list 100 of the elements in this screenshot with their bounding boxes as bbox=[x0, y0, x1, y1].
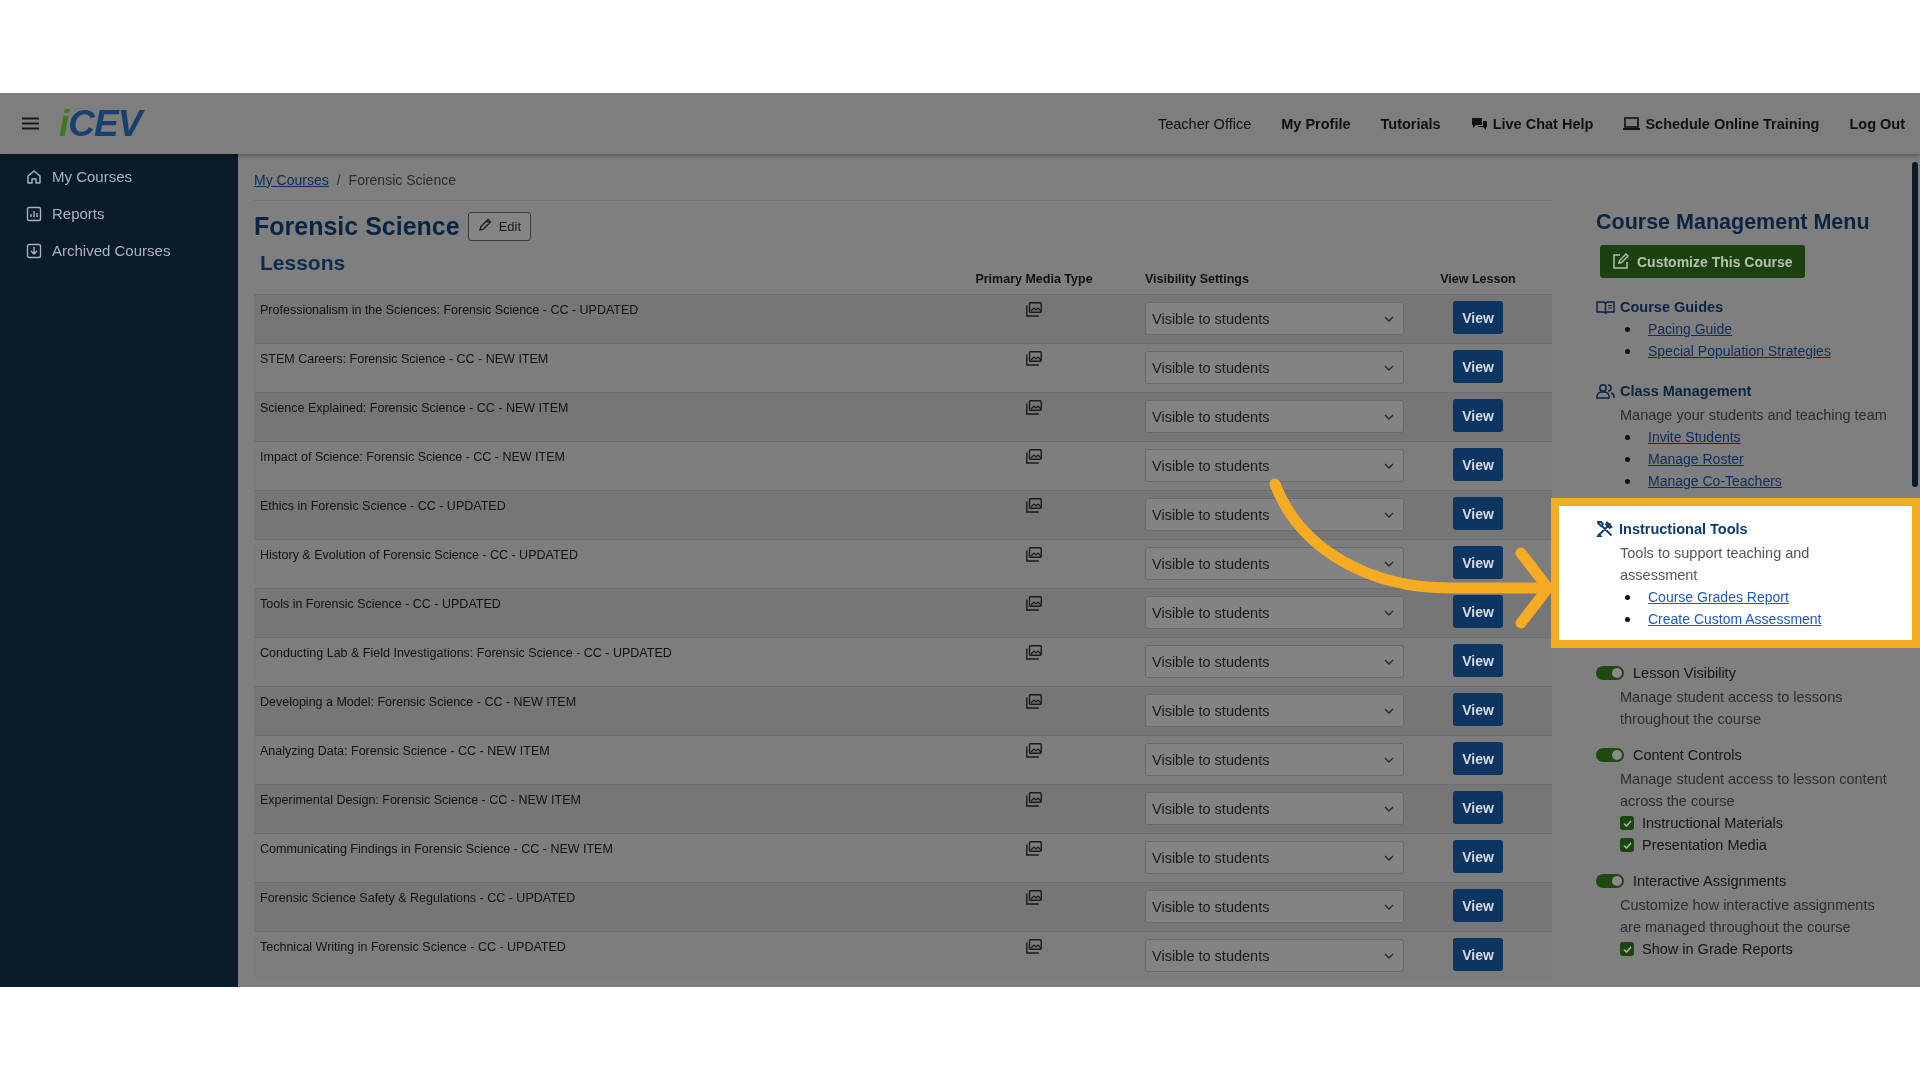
sidebar-item[interactable]: My Courses bbox=[0, 158, 238, 195]
nav-link[interactable]: Teacher Office bbox=[1158, 115, 1252, 132]
bullet-icon bbox=[1625, 456, 1630, 462]
visibility-select[interactable]: Visible to students bbox=[1145, 547, 1404, 580]
nav-link[interactable]: Tutorials bbox=[1380, 115, 1441, 132]
breadcrumb-current: Forensic Science bbox=[348, 172, 456, 188]
chevron-icon bbox=[1384, 756, 1394, 763]
view-button[interactable]: View bbox=[1453, 938, 1503, 971]
visibility-select[interactable]: Visible to students bbox=[1145, 596, 1404, 629]
view-button[interactable]: View bbox=[1453, 497, 1503, 530]
visibility-select[interactable]: Visible to students bbox=[1145, 498, 1404, 531]
breadcrumb-separator: / bbox=[336, 172, 341, 188]
scrollbar-thumb[interactable] bbox=[1912, 162, 1918, 487]
view-button[interactable]: View bbox=[1453, 644, 1503, 677]
checkbox[interactable] bbox=[1620, 942, 1634, 956]
view-button[interactable]: View bbox=[1453, 791, 1503, 824]
view-button[interactable]: View bbox=[1453, 350, 1503, 383]
view-button[interactable]: View bbox=[1453, 840, 1503, 873]
menu-icon[interactable] bbox=[22, 117, 39, 130]
menu-link[interactable]: Course Grades Report bbox=[1648, 589, 1789, 605]
view-button[interactable]: View bbox=[1453, 742, 1503, 775]
visibility-select[interactable]: Visible to students bbox=[1145, 302, 1404, 335]
images-icon bbox=[1026, 841, 1042, 857]
edit-button[interactable]: Edit bbox=[467, 211, 532, 241]
view-button[interactable]: View bbox=[1453, 595, 1503, 628]
section-description: Manage student access to lesson content across the course bbox=[1619, 770, 1888, 811]
nav-link[interactable]: My Profile bbox=[1281, 115, 1351, 132]
section-heading: Instructional Tools bbox=[1619, 521, 1748, 537]
view-button[interactable]: View bbox=[1453, 889, 1503, 922]
chevron-icon bbox=[1384, 413, 1394, 420]
bullet-icon bbox=[1625, 594, 1630, 600]
lesson-title: Experimental Design: Forensic Science - CC - NEW ITEM bbox=[259, 792, 582, 809]
lesson-title: Conducting Lab & Field Investigations: Forensic Science - CC - UPDATED bbox=[259, 645, 673, 662]
images-icon bbox=[1026, 939, 1042, 955]
menu-link[interactable]: Manage Roster bbox=[1648, 451, 1744, 467]
visibility-select[interactable]: Visible to students bbox=[1145, 351, 1404, 384]
chevron-icon bbox=[1384, 609, 1394, 616]
breadcrumb-link[interactable]: My Courses bbox=[254, 172, 329, 188]
section-description: Manage your students and teaching team bbox=[1619, 406, 1888, 425]
nav-link[interactable]: Schedule Online Training bbox=[1623, 115, 1820, 132]
checkbox[interactable] bbox=[1620, 838, 1634, 852]
toggle-switch[interactable] bbox=[1596, 666, 1624, 680]
people-icon bbox=[1596, 383, 1615, 399]
sidebar-item[interactable]: Reports bbox=[0, 195, 238, 232]
images-icon bbox=[1026, 792, 1042, 808]
lesson-title: STEM Careers: Forensic Science - CC - NEW ITEM bbox=[259, 351, 550, 368]
images-icon bbox=[1026, 302, 1042, 318]
view-button[interactable]: View bbox=[1453, 448, 1503, 481]
menu-link[interactable]: Create Custom Assessment bbox=[1648, 611, 1822, 627]
images-icon bbox=[1026, 547, 1042, 563]
visibility-select[interactable]: Visible to students bbox=[1145, 841, 1404, 874]
section-heading: Lessons bbox=[259, 250, 347, 276]
sidebar-item[interactable]: Archived Courses bbox=[0, 232, 238, 269]
lesson-title: History & Evolution of Forensic Science - CC - UPDATED bbox=[259, 547, 579, 564]
laptop-icon bbox=[1623, 117, 1641, 130]
section-heading: Course Guides bbox=[1620, 299, 1724, 315]
checkbox[interactable] bbox=[1620, 816, 1634, 830]
view-button[interactable]: View bbox=[1453, 399, 1503, 432]
toggle-label: Lesson Visibility bbox=[1633, 665, 1736, 681]
visibility-select[interactable]: Visible to students bbox=[1145, 743, 1404, 776]
images-icon bbox=[1026, 743, 1042, 759]
visibility-select[interactable]: Visible to students bbox=[1145, 645, 1404, 678]
nav-link[interactable]: Log Out bbox=[1849, 115, 1905, 132]
visibility-select[interactable]: Visible to students bbox=[1145, 939, 1404, 972]
visibility-select[interactable]: Visible to students bbox=[1145, 449, 1404, 482]
home-icon bbox=[26, 168, 42, 185]
edit-icon bbox=[1612, 253, 1629, 270]
section-description: Tools to support teaching and assessment bbox=[1619, 544, 1811, 585]
lesson-title: Ethics in Forensic Science - CC - UPDATED bbox=[259, 498, 507, 515]
images-icon bbox=[1026, 890, 1042, 906]
customize-button[interactable]: Customize This Course bbox=[1600, 245, 1805, 278]
menu-link[interactable]: Special Population Strategies bbox=[1648, 343, 1831, 359]
chart-icon bbox=[26, 205, 42, 222]
lesson-title: Science Explained: Forensic Science - CC - NEW ITEM bbox=[259, 400, 570, 417]
view-button[interactable]: View bbox=[1453, 693, 1503, 726]
menu-link[interactable]: Manage Co-Teachers bbox=[1648, 473, 1782, 489]
chat-icon bbox=[1470, 116, 1488, 131]
menu-title: Course Management Menu bbox=[1596, 209, 1871, 236]
menu-link[interactable]: Pacing Guide bbox=[1648, 321, 1733, 337]
visibility-select[interactable]: Visible to students bbox=[1145, 694, 1404, 727]
visibility-select[interactable]: Visible to students bbox=[1145, 792, 1404, 825]
lesson-title: Analyzing Data: Forensic Science - CC - NEW ITEM bbox=[259, 743, 551, 760]
archive-icon bbox=[26, 242, 42, 259]
lesson-title: Impact of Science: Forensic Science - CC - NEW ITEM bbox=[259, 449, 566, 466]
nav-link[interactable]: Live Chat Help bbox=[1470, 115, 1594, 132]
chevron-icon bbox=[1384, 364, 1394, 371]
images-icon bbox=[1026, 645, 1042, 661]
toggle-switch[interactable] bbox=[1596, 874, 1624, 888]
bullet-icon bbox=[1625, 348, 1630, 354]
checkbox-label: Instructional Materials bbox=[1642, 815, 1784, 831]
view-button[interactable]: View bbox=[1453, 301, 1503, 334]
visibility-select[interactable]: Visible to students bbox=[1145, 400, 1404, 433]
menu-link[interactable]: Invite Students bbox=[1648, 429, 1741, 445]
toggle-switch[interactable] bbox=[1596, 748, 1624, 762]
images-icon bbox=[1026, 400, 1042, 416]
section-description: Customize how interactive assignments are managed throughout the course bbox=[1619, 896, 1876, 937]
visibility-select[interactable]: Visible to students bbox=[1145, 890, 1404, 923]
view-button[interactable]: View bbox=[1453, 546, 1503, 579]
checkbox-label: Presentation Media bbox=[1642, 837, 1767, 853]
chevron-icon bbox=[1384, 315, 1394, 322]
